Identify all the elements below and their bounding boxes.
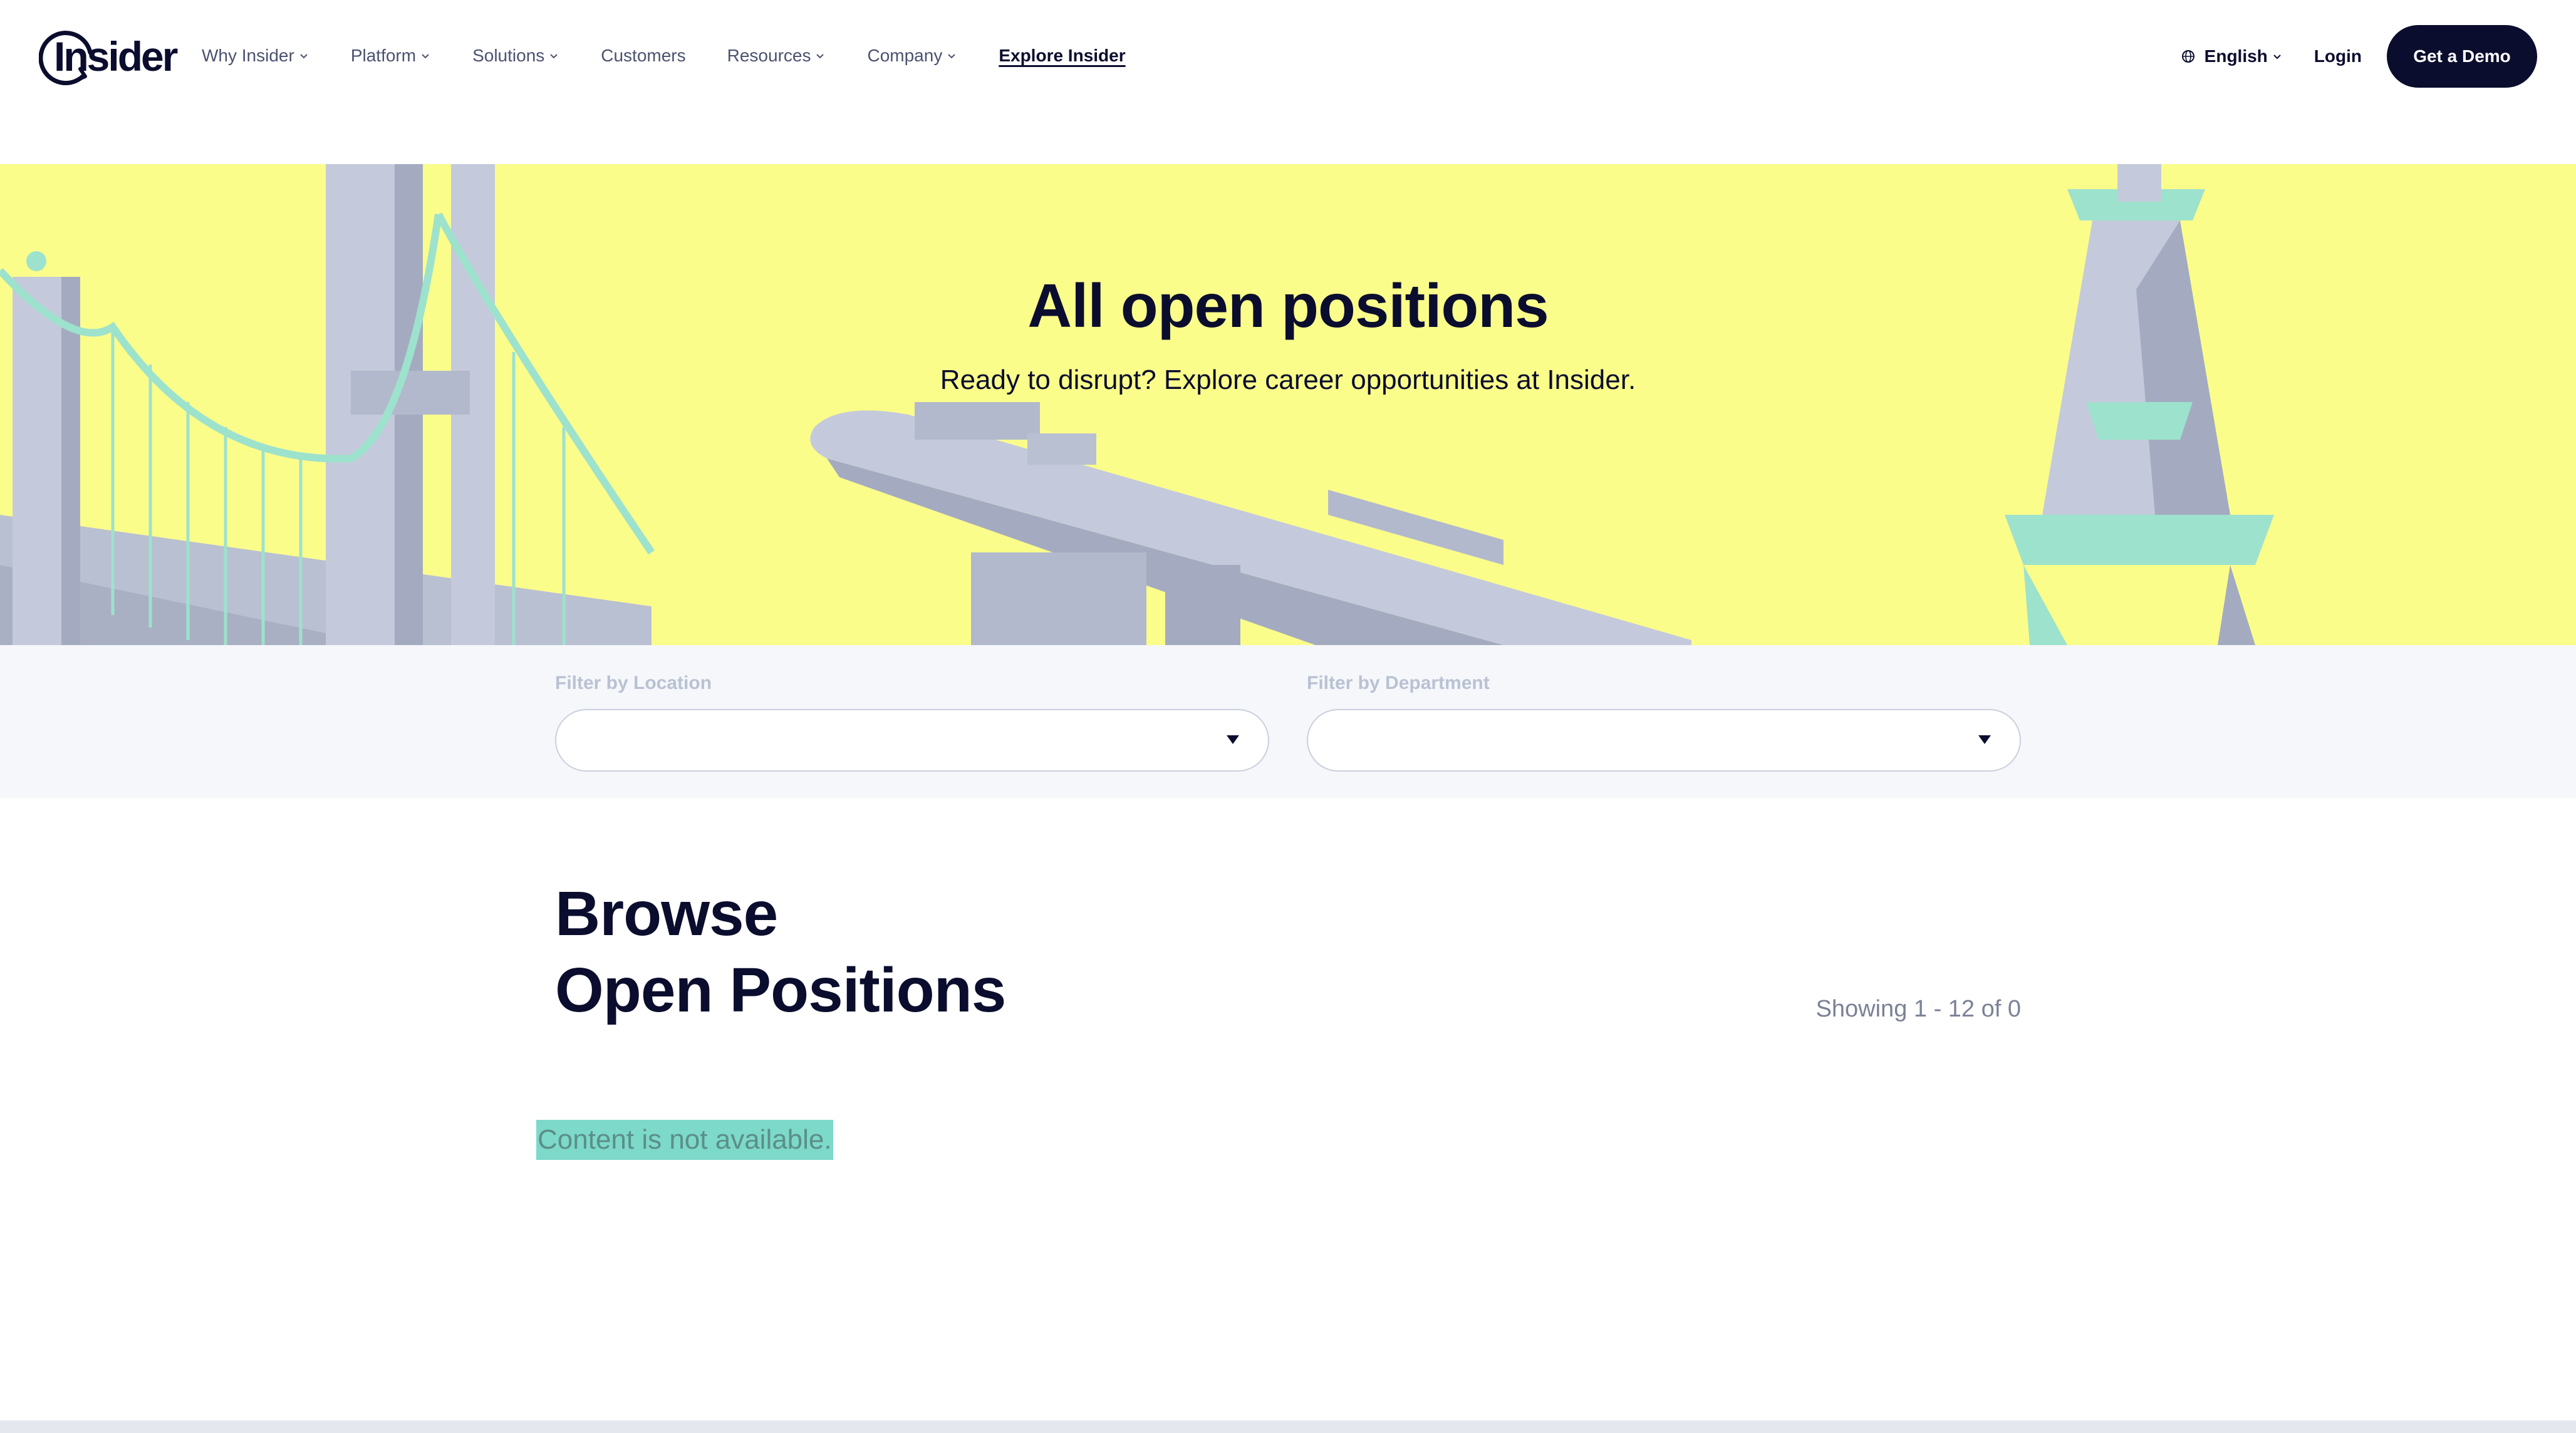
- get-a-demo-button[interactable]: Get a Demo: [2387, 25, 2537, 88]
- chevron-down-icon: [948, 54, 956, 59]
- language-selector[interactable]: English: [2181, 46, 2283, 66]
- browse-heading: Browse Open Positions: [555, 876, 1006, 1028]
- site-header: Insider Why Insider Platform Solutions C…: [0, 0, 2576, 164]
- department-select[interactable]: [1307, 709, 2021, 772]
- nav-customers-label: Customers: [601, 46, 686, 65]
- caret-down-icon: [1978, 735, 1991, 744]
- footer-edge: [0, 1420, 2576, 1433]
- department-filter: Filter by Department: [1307, 673, 2021, 772]
- location-filter: Filter by Location: [555, 673, 1269, 772]
- skypark-illustration: [810, 402, 1691, 645]
- browse-heading-line1: Browse: [555, 879, 778, 949]
- login-link[interactable]: Login: [2314, 46, 2362, 66]
- results-count: Showing 1 - 12 of 0: [1815, 996, 2021, 1022]
- tower-illustration: [2005, 164, 2274, 645]
- department-filter-label: Filter by Department: [1307, 673, 1490, 693]
- location-filter-label: Filter by Location: [555, 673, 712, 693]
- chevron-down-icon: [2273, 54, 2281, 59]
- page-title: All open positions: [1027, 271, 1549, 340]
- nav-solutions-label: Solutions: [472, 46, 545, 65]
- empty-state-message: Content is not available.: [536, 1120, 833, 1160]
- nav-company-label: Company: [867, 46, 943, 65]
- chevron-down-icon: [422, 54, 429, 59]
- bridge-illustration: [0, 164, 658, 645]
- chevron-down-icon: [816, 54, 824, 59]
- globe-icon: [2181, 50, 2194, 63]
- nav-platform-label: Platform: [350, 46, 417, 65]
- header-actions: English Login Get a Demo: [2181, 25, 2537, 88]
- insider-logo[interactable]: Insider: [39, 25, 178, 88]
- filter-bar: Filter by Location Filter by Department: [0, 645, 2576, 798]
- nav-platform[interactable]: Platform: [351, 46, 431, 66]
- caret-down-icon: [1227, 735, 1239, 744]
- nav-resources-label: Resources: [727, 46, 811, 65]
- nav-solutions[interactable]: Solutions: [472, 46, 559, 66]
- page-subtitle: Ready to disrupt? Explore career opportu…: [940, 365, 1636, 395]
- nav-customers[interactable]: Customers: [601, 46, 685, 66]
- main-nav: Why Insider Platform Solutions Customers…: [202, 38, 1126, 74]
- nav-why-insider-label: Why Insider: [202, 46, 294, 65]
- chevron-down-icon: [300, 54, 308, 59]
- hero-banner: All open positions Ready to disrupt? Exp…: [0, 164, 2576, 645]
- nav-resources[interactable]: Resources: [727, 46, 826, 66]
- chevron-down-icon: [550, 54, 558, 59]
- location-select[interactable]: [555, 709, 1269, 772]
- nav-why-insider[interactable]: Why Insider: [202, 46, 309, 66]
- language-label: English: [2204, 46, 2268, 66]
- nav-company[interactable]: Company: [867, 46, 957, 66]
- browse-heading-line2: Open Positions: [555, 955, 1006, 1025]
- nav-explore-insider[interactable]: Explore Insider: [999, 46, 1125, 66]
- hero-landmarks-illustration: [0, 164, 2274, 645]
- logo-text: Insider: [54, 33, 178, 80]
